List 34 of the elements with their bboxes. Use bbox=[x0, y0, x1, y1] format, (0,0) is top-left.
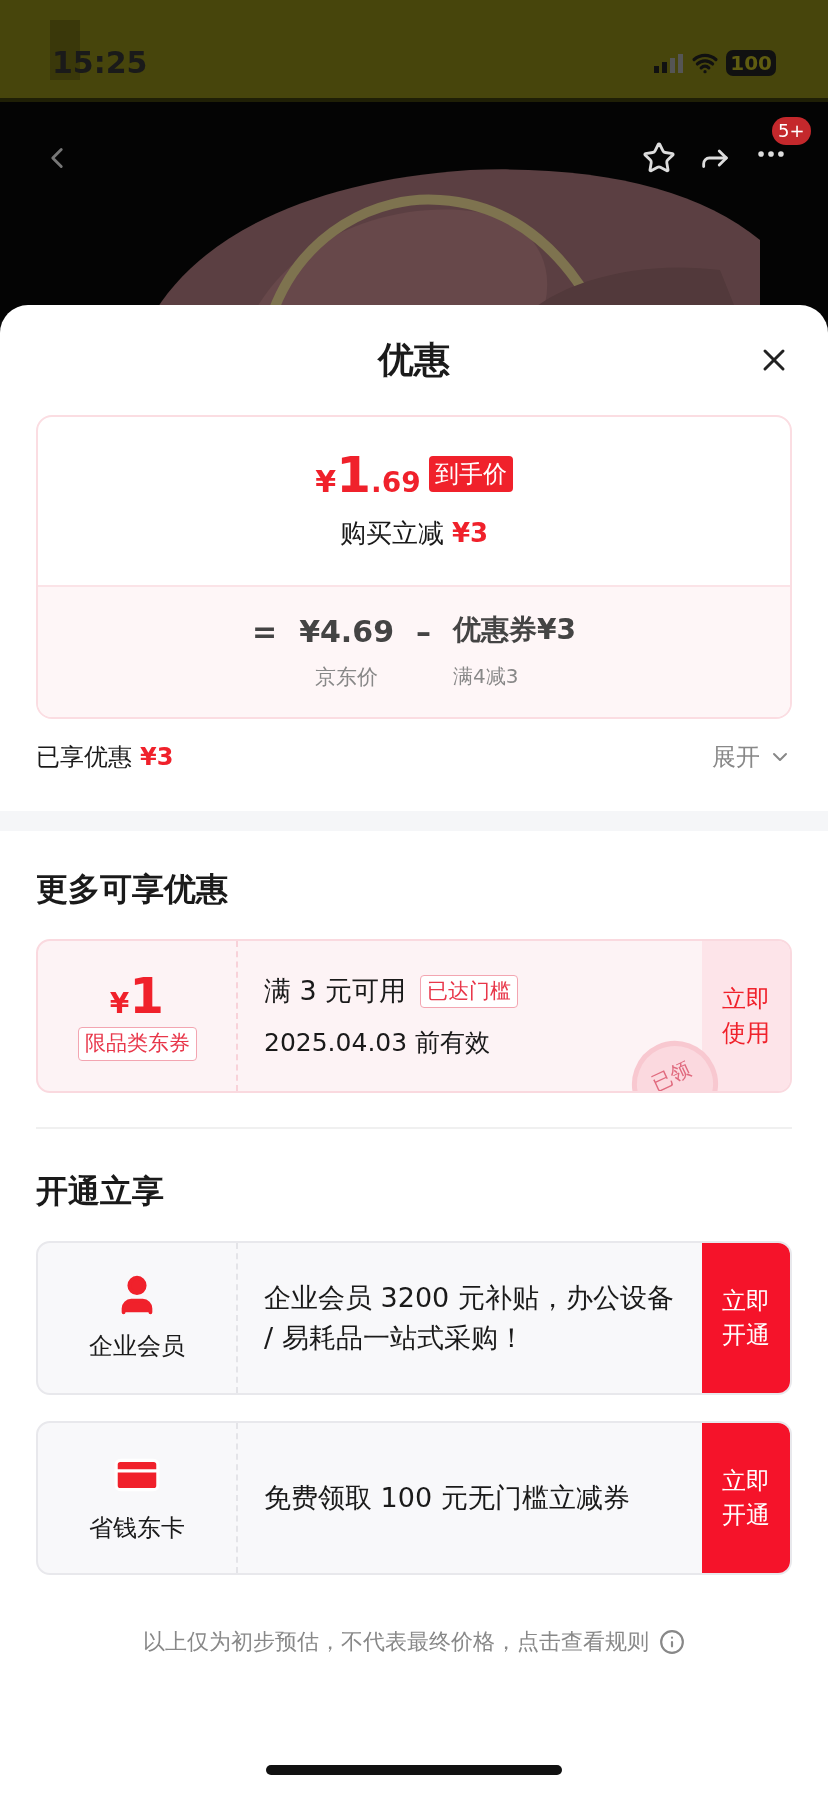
instant-discount-amount: ¥3 bbox=[451, 516, 489, 550]
rules-link[interactable]: 以上仅为初步预估，不代表最终价格，点击查看规则 bbox=[143, 1625, 649, 1658]
threshold-tag: 已达门槛 bbox=[420, 974, 519, 1008]
base-price-label: 京东价 bbox=[315, 664, 379, 691]
offer-name: 企业会员 bbox=[89, 1331, 185, 1362]
coupon-value: ¥1 bbox=[109, 971, 165, 1022]
final-price: ¥1.69 bbox=[315, 449, 421, 500]
sheet-title: 优惠 bbox=[378, 338, 450, 382]
enjoyed-discount-amount: ¥3 bbox=[140, 742, 174, 773]
price-tag: 到手价 bbox=[428, 455, 513, 492]
info-icon[interactable] bbox=[659, 1628, 685, 1655]
signal-icon bbox=[654, 52, 685, 73]
activate-button[interactable]: 立即 开通 bbox=[702, 1243, 790, 1393]
section-title: 开通立享 bbox=[36, 1171, 165, 1212]
coupon-validity: 2025.04.03 前有效 bbox=[264, 1026, 492, 1059]
equals-sign: = bbox=[252, 613, 278, 651]
base-price: ¥4.69 bbox=[299, 613, 395, 651]
offer-description: 免费领取 100 元无门槛立减券 bbox=[264, 1481, 630, 1515]
favorite-button[interactable] bbox=[642, 140, 676, 175]
instant-discount-label: 购买立减 bbox=[339, 516, 444, 550]
battery-icon: 100 bbox=[726, 49, 776, 76]
coupon-condition: 满4减3 bbox=[453, 663, 519, 690]
offer-description: 企业会员 3200 元补贴，办公设备 / 易耗品一站式采购！ bbox=[264, 1281, 675, 1355]
section-title: 更多可享优惠 bbox=[36, 869, 229, 910]
coupon-condition: 满 3 元可用 bbox=[264, 974, 407, 1008]
coupon-discount: 优惠券¥3 bbox=[453, 612, 576, 648]
use-coupon-button[interactable]: 立即 使用 bbox=[702, 941, 790, 1091]
enjoyed-discount-label: 已享优惠 bbox=[36, 742, 132, 773]
notification-badge: 5+ bbox=[772, 117, 811, 145]
activate-button[interactable]: 立即 开通 bbox=[702, 1423, 790, 1573]
minus-sign: – bbox=[416, 613, 432, 651]
coupon-scope: 限品类东券 bbox=[77, 1027, 197, 1061]
offer-name: 省钱东卡 bbox=[89, 1513, 185, 1544]
expand-button[interactable]: 展开 bbox=[712, 739, 792, 775]
